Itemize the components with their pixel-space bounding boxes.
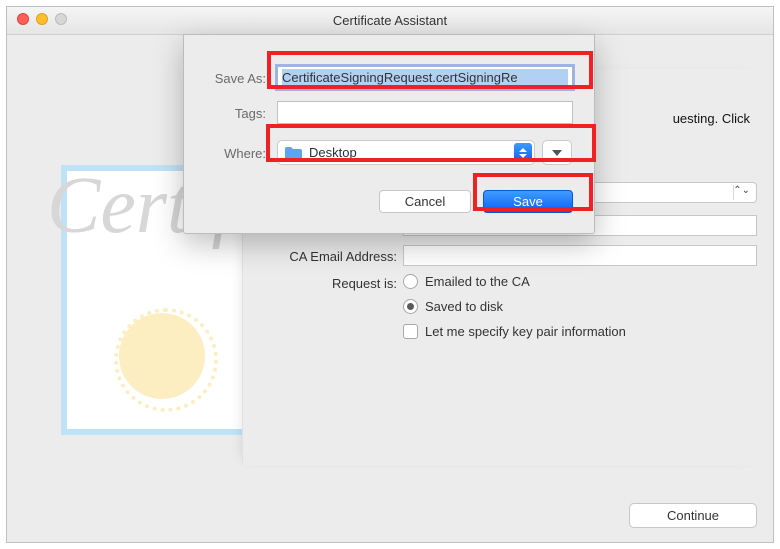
- zoom-window-button: [55, 13, 67, 25]
- option-label: Let me specify key pair information: [425, 324, 626, 339]
- content-area: Certif uesting. Click ⌃⌄ CA Email Addres…: [7, 35, 773, 542]
- titlebar: Certificate Assistant: [7, 7, 773, 35]
- saveas-value: CertificateSigningRequest.certSigningRe: [282, 69, 568, 86]
- option-saved-to-disk[interactable]: Saved to disk: [403, 299, 503, 314]
- button-label: Continue: [667, 508, 719, 523]
- chevron-updown-icon: ⌃⌄: [733, 185, 750, 196]
- radio-icon: [403, 299, 418, 314]
- button-label: Cancel: [405, 194, 445, 209]
- checkbox-icon: [403, 324, 418, 339]
- continue-button[interactable]: Continue: [629, 503, 757, 528]
- minimize-window-button[interactable]: [36, 13, 48, 25]
- request-is-label: Request is:: [265, 276, 397, 291]
- where-label: Where:: [184, 146, 266, 161]
- save-sheet: Save As: Tags: Where: CertificateSigning…: [183, 34, 595, 234]
- cancel-button[interactable]: Cancel: [379, 190, 471, 213]
- where-value: Desktop: [309, 145, 357, 160]
- chevron-down-icon: [552, 150, 562, 156]
- save-button[interactable]: Save: [483, 190, 573, 213]
- option-specify-keypair[interactable]: Let me specify key pair information: [403, 324, 626, 339]
- ca-email-label: CA Email Address:: [265, 249, 397, 264]
- option-label: Emailed to the CA: [425, 274, 530, 289]
- expand-button[interactable]: [542, 140, 572, 165]
- window-controls: [17, 13, 67, 25]
- radio-icon: [403, 274, 418, 289]
- tags-input[interactable]: [277, 101, 573, 124]
- tags-label: Tags:: [184, 106, 266, 121]
- folder-icon: [284, 146, 302, 160]
- where-dropdown[interactable]: Desktop: [277, 140, 535, 165]
- button-label: Save: [513, 194, 543, 209]
- saveas-label: Save As:: [184, 71, 266, 86]
- saveas-input[interactable]: CertificateSigningRequest.certSigningRe: [277, 66, 573, 89]
- option-emailed-to-ca[interactable]: Emailed to the CA: [403, 274, 530, 289]
- partial-instruction-text: uesting. Click: [673, 111, 750, 126]
- window-frame: Certificate Assistant Certif uesting. Cl…: [6, 6, 774, 543]
- certificate-seal-icon: [122, 316, 202, 396]
- option-label: Saved to disk: [425, 299, 503, 314]
- close-window-button[interactable]: [17, 13, 29, 25]
- stepper-icon: [514, 143, 532, 162]
- ca-email-input[interactable]: [403, 245, 757, 266]
- window-title: Certificate Assistant: [333, 13, 447, 28]
